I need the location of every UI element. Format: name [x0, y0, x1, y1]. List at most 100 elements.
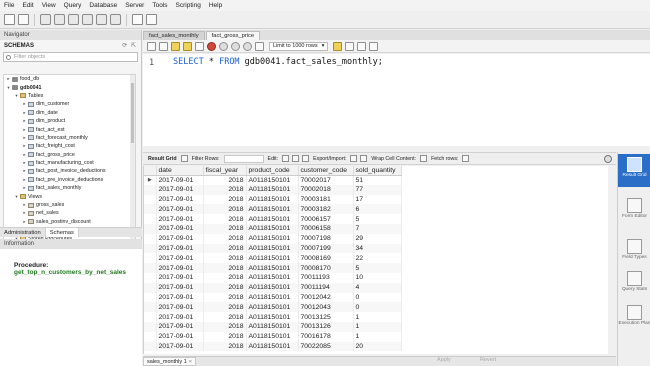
tree-item[interactable]: ▸ fact_sales_monthly	[4, 184, 135, 192]
collapsed-arrow-icon[interactable]: ▸	[22, 152, 27, 158]
cell-sold-quantity[interactable]: 77	[353, 184, 402, 195]
cell-date[interactable]: 2017-09-01	[156, 253, 204, 264]
collapsed-arrow-icon[interactable]: ▸	[22, 160, 27, 166]
cell-product-code[interactable]: A0118150101	[246, 312, 299, 322]
menu-server[interactable]: Server	[125, 2, 144, 9]
apply-button[interactable]: Apply	[437, 357, 451, 363]
cell-fiscal-year[interactable]: 2018	[203, 223, 247, 234]
rollback-icon[interactable]	[243, 41, 252, 51]
row-selector[interactable]	[144, 341, 157, 352]
edit-row-icon[interactable]	[282, 155, 290, 162]
menu-help[interactable]: Help	[209, 2, 222, 9]
cell-fiscal-year[interactable]: 2018	[203, 214, 247, 224]
cell-product-code[interactable]: A0118150101	[246, 331, 299, 342]
create-view-icon[interactable]	[82, 14, 93, 25]
result-grid-label[interactable]: Result Grid	[148, 156, 177, 162]
cell-product-code[interactable]: A0118150101	[246, 243, 299, 254]
word-wrap-icon[interactable]	[369, 41, 379, 51]
open-file-icon[interactable]	[147, 41, 156, 51]
collapsed-arrow-icon[interactable]: ▸	[22, 185, 27, 191]
tree-item[interactable]: ▸ fact_manufacturing_cost	[4, 159, 135, 167]
cell-customer-code[interactable]: 70007198	[298, 233, 354, 244]
cell-date[interactable]: 2017-09-01	[156, 204, 204, 215]
filter-rows-input[interactable]	[223, 154, 264, 163]
collapsed-arrow-icon[interactable]: ▸	[22, 177, 27, 183]
open-sql-file-icon[interactable]	[18, 14, 29, 25]
cell-product-code[interactable]: A0118150101	[246, 253, 299, 264]
collapsed-arrow-icon[interactable]: ▸	[22, 143, 27, 149]
row-selector[interactable]	[144, 321, 157, 332]
row-selector[interactable]	[144, 263, 157, 273]
table-row[interactable]: 2017-09-01 2018 A0118150101 70012043 0	[144, 302, 402, 313]
cell-product-code[interactable]: A0118150101	[246, 292, 299, 303]
cell-customer-code[interactable]: 70012042	[298, 292, 354, 303]
tree-item[interactable]: ▸ fact_post_invoice_deductions	[4, 167, 135, 175]
wrap-toggle-icon[interactable]	[420, 155, 428, 162]
collapsed-arrow-icon[interactable]: ▸	[22, 101, 27, 107]
cell-product-code[interactable]: A0118150101	[246, 341, 299, 352]
cell-fiscal-year[interactable]: 2018	[203, 331, 247, 342]
filter-objects-input[interactable]: Filter objects	[3, 52, 138, 62]
row-selector[interactable]	[144, 243, 157, 254]
cell-fiscal-year[interactable]: 2018	[203, 194, 247, 205]
cell-fiscal-year[interactable]: 2018	[203, 233, 247, 244]
cell-product-code[interactable]: A0118150101	[246, 194, 299, 205]
cell-date[interactable]: 2017-09-01	[156, 175, 204, 185]
table-row[interactable]: 2017-09-01 2018 A0118150101 70007198 29	[144, 233, 402, 244]
cell-date[interactable]: 2017-09-01	[156, 214, 204, 224]
tab-fact-gross-price[interactable]: fact_gross_price	[205, 31, 261, 40]
cell-date[interactable]: 2017-09-01	[156, 233, 204, 244]
invisible-chars-icon[interactable]	[357, 41, 367, 51]
column-header-customer-code[interactable]: customer_code	[298, 166, 354, 176]
cell-sold-quantity[interactable]: 17	[353, 194, 402, 205]
cell-sold-quantity[interactable]: 7	[353, 223, 402, 234]
collapsed-arrow-icon[interactable]: ▸	[22, 127, 27, 133]
menu-edit[interactable]: Edit	[22, 2, 33, 9]
cell-fiscal-year[interactable]: 2018	[203, 263, 247, 273]
cell-date[interactable]: 2017-09-01	[156, 331, 204, 342]
tree-item[interactable]: ▸ gross_sales	[4, 201, 135, 209]
cell-customer-code[interactable]: 70006157	[298, 214, 354, 224]
table-row[interactable]: ▶ 2017-09-01 2018 A0118150101 70002017 51	[144, 175, 402, 185]
table-row[interactable]: 2017-09-01 2018 A0118150101 70003181 17	[144, 194, 402, 205]
menu-tools[interactable]: Tools	[152, 2, 167, 9]
table-row[interactable]: 2017-09-01 2018 A0118150101 70016178 1	[144, 331, 402, 342]
tree-item[interactable]: ▸ fact_forecast_monthly	[4, 134, 135, 142]
collapsed-arrow-icon[interactable]: ▸	[22, 168, 27, 174]
row-selector[interactable]	[144, 214, 157, 224]
cell-date[interactable]: 2017-09-01	[156, 302, 204, 313]
tree-item[interactable]: ▸ fact_act_est	[4, 125, 135, 133]
row-selector[interactable]	[144, 272, 157, 283]
execute-current-icon[interactable]	[183, 41, 192, 51]
table-row[interactable]: 2017-09-01 2018 A0118150101 70002018 77	[144, 184, 402, 195]
result-tab[interactable]: sales_monthly 1 ×	[143, 357, 196, 366]
menu-scripting[interactable]: Scripting	[176, 2, 201, 9]
table-row[interactable]: 2017-09-01 2018 A0118150101 70006158 7	[144, 223, 402, 234]
collapsed-arrow-icon[interactable]: ▸	[6, 76, 11, 82]
tree-item[interactable]: ▸ dim_date	[4, 109, 135, 117]
cell-customer-code[interactable]: 70006158	[298, 223, 354, 234]
cell-sold-quantity[interactable]: 1	[353, 331, 402, 342]
table-row[interactable]: 2017-09-01 2018 A0118150101 70003182 6	[144, 204, 402, 215]
create-procedure-icon[interactable]	[96, 14, 107, 25]
result-grid[interactable]: date fiscal_year product_code customer_c…	[143, 166, 608, 354]
tree-scrollbar-thumb[interactable]	[131, 83, 134, 143]
cell-customer-code[interactable]: 70003181	[298, 194, 354, 205]
cell-date[interactable]: 2017-09-01	[156, 243, 204, 254]
close-icon[interactable]: ×	[189, 359, 192, 365]
export-icon[interactable]	[350, 155, 358, 162]
create-table-icon[interactable]	[68, 14, 79, 25]
reconnect-icon[interactable]	[146, 14, 157, 25]
panel-result-grid[interactable]: Result Grid	[618, 154, 650, 187]
collapsed-arrow-icon[interactable]: ▸	[22, 202, 27, 208]
cell-fiscal-year[interactable]: 2018	[203, 302, 247, 313]
table-row[interactable]: 2017-09-01 2018 A0118150101 70008169 22	[144, 253, 402, 264]
cell-sold-quantity[interactable]: 34	[353, 243, 402, 254]
autocommit-icon[interactable]	[255, 41, 264, 51]
stop-icon[interactable]	[207, 41, 216, 51]
panel-execution-plan[interactable]: Execution Plan	[618, 302, 650, 335]
collapsed-arrow-icon[interactable]: ▸	[22, 110, 27, 116]
cell-fiscal-year[interactable]: 2018	[203, 321, 247, 332]
cell-sold-quantity[interactable]: 29	[353, 233, 402, 244]
tree-item[interactable]: ▾ gdb0041	[4, 83, 135, 91]
